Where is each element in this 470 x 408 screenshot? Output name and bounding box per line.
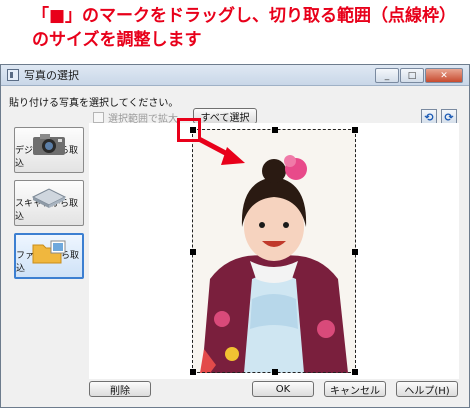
delete-button[interactable]: 削除 — [89, 381, 151, 397]
ok-button[interactable]: OK — [252, 381, 314, 397]
sidebar-item-scanner[interactable]: スキャナから取込 — [14, 180, 84, 226]
folder-icon — [32, 240, 66, 264]
maximize-button[interactable]: □ — [400, 68, 424, 83]
instruction-line-2: のサイズを調整します — [32, 30, 202, 50]
scanner-icon — [31, 188, 67, 208]
select-all-button[interactable]: すべて選択 — [193, 108, 257, 124]
cancel-button[interactable]: キャンセル — [324, 381, 386, 397]
prompt-text: 貼り付ける写真を選択してください。 — [9, 98, 179, 109]
crop-handle-top[interactable] — [272, 127, 278, 133]
zoom-checkbox[interactable] — [93, 112, 104, 123]
minimize-button[interactable]: _ — [375, 68, 399, 83]
window-controls: _ □ ✕ — [375, 68, 463, 83]
crop-handle-top-right[interactable] — [352, 127, 358, 133]
app-icon — [7, 69, 19, 81]
drag-arrow-icon — [197, 137, 245, 165]
close-button[interactable]: ✕ — [425, 68, 463, 83]
crop-handle-left[interactable] — [190, 249, 196, 255]
crop-handle-bottom-right[interactable] — [352, 369, 358, 375]
instruction-line-1: 「■」のマークをドラッグし、切り取る範囲（点線枠） — [32, 6, 457, 26]
camera-icon — [33, 134, 65, 155]
crop-handle-bottom-left[interactable] — [190, 369, 196, 375]
sidebar-item-camera[interactable]: デジカメから取込 — [14, 127, 84, 173]
window-title: 写真の選択 — [24, 69, 79, 82]
title-bar: 写真の選択 _ □ ✕ — [1, 65, 469, 86]
help-button[interactable]: ヘルプ(H) — [396, 381, 458, 397]
instruction-text: 「■」のマークをドラッグし、切り取る範囲（点線枠） のサイズを調整します — [0, 0, 470, 52]
sidebar-item-file[interactable]: ファイルから取込 — [14, 233, 84, 279]
crop-handle-right[interactable] — [352, 249, 358, 255]
photo-select-dialog: 写真の選択 _ □ ✕ 貼り付ける写真を選択してください。 選択範囲で拡大 すべ… — [0, 64, 470, 408]
crop-handle-bottom[interactable] — [272, 369, 278, 375]
